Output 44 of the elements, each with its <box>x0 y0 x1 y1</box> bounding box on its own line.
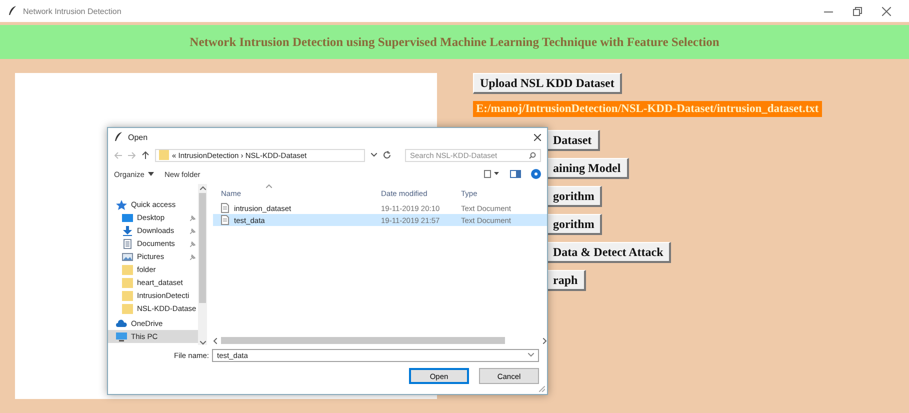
pin-icon[interactable] <box>190 254 196 260</box>
folder-icon <box>159 150 169 160</box>
view-options-icon[interactable] <box>484 170 500 178</box>
folder-icon <box>122 278 133 288</box>
feather-icon <box>114 132 123 142</box>
preview-pane-icon[interactable] <box>510 170 521 178</box>
restore-icon[interactable] <box>853 6 862 16</box>
pin-icon[interactable] <box>190 228 196 234</box>
window-title: Network Intrusion Detection <box>23 6 122 16</box>
scroll-down-icon[interactable] <box>200 341 206 345</box>
scroll-left-icon[interactable] <box>213 338 217 344</box>
picture-icon <box>122 252 133 262</box>
text-file-icon <box>221 203 229 213</box>
caret-icon[interactable] <box>371 153 377 157</box>
close-icon[interactable] <box>534 134 541 140</box>
resize-grip-icon[interactable] <box>539 386 545 392</box>
feather-icon <box>8 6 17 16</box>
star-icon <box>116 200 127 210</box>
scroll-up-icon[interactable] <box>200 186 206 190</box>
refresh-icon[interactable] <box>383 151 391 159</box>
folder-icon <box>122 304 133 314</box>
up-arrow-icon[interactable] <box>142 151 149 159</box>
pin-icon[interactable] <box>190 214 196 220</box>
scroll-right-icon[interactable] <box>543 338 547 344</box>
caret-icon <box>148 172 154 176</box>
caret-icon[interactable] <box>528 353 534 357</box>
app-heading: Network Intrusion Detection using Supervised Machine Learning Technique with Feature Selection <box>190 34 720 50</box>
close-icon[interactable] <box>882 6 891 16</box>
scrollbar[interactable] <box>198 184 207 345</box>
file-path-label: E:/manoj/IntrusionDetection/NSL-KDD-Dataset/intrusion_dataset.txt <box>473 101 822 117</box>
pin-icon[interactable] <box>190 240 196 246</box>
dialog-title: Open <box>128 132 149 142</box>
text-file-icon <box>221 215 229 225</box>
folder-icon <box>122 264 133 274</box>
download-icon <box>122 226 133 236</box>
document-icon <box>122 238 133 248</box>
cloud-icon <box>116 318 127 328</box>
help-icon[interactable] <box>531 169 541 179</box>
search-icon <box>529 152 536 158</box>
scrollbar[interactable] <box>213 336 547 345</box>
computer-icon <box>116 332 127 342</box>
desktop-icon <box>122 212 133 222</box>
action-button[interactable]: Upload NSL KDD Dataset <box>473 73 622 94</box>
folder-icon <box>122 290 133 300</box>
